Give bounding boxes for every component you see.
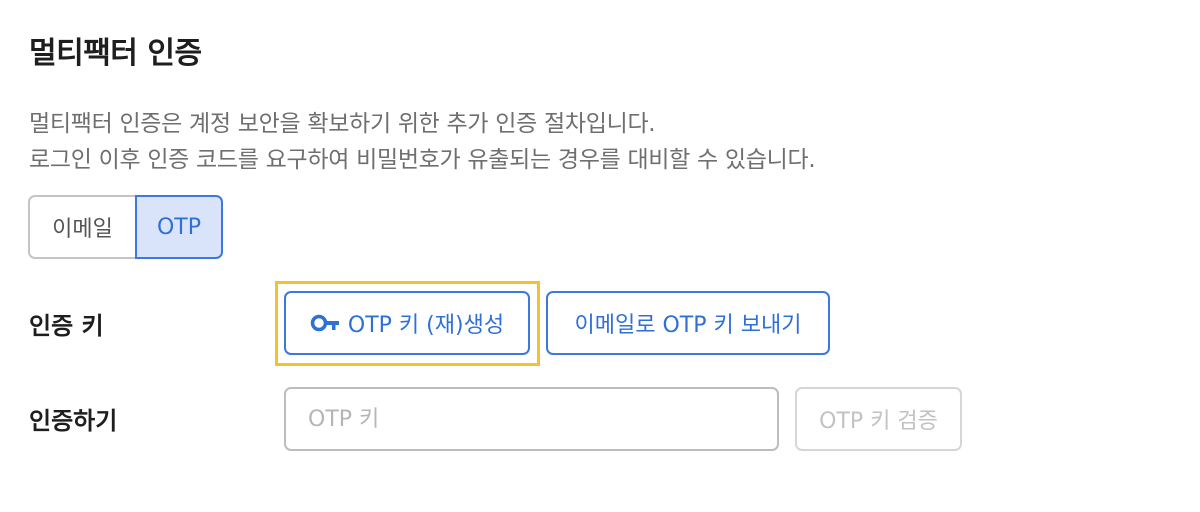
verify-label: 인증하기 <box>29 407 118 435</box>
verify-otp-key-label: OTP 키 검증 <box>819 409 938 434</box>
generate-otp-key-label: OTP 키 (재)생성 <box>347 313 505 338</box>
method-email-button[interactable]: 이메일 <box>28 195 135 259</box>
auth-key-label: 인증 키 <box>29 312 104 340</box>
otp-key-input[interactable] <box>284 387 779 451</box>
send-otp-email-label: 이메일로 OTP 키 보내기 <box>574 313 802 338</box>
description-line-1: 멀티팩터 인증은 계정 보안을 확보하기 위한 추가 인증 절차입니다. <box>29 111 656 137</box>
verify-otp-key-button[interactable]: OTP 키 검증 <box>795 387 962 451</box>
send-otp-email-button[interactable]: 이메일로 OTP 키 보내기 <box>546 291 830 355</box>
description-line-2: 로그인 이후 인증 코드를 요구하여 비밀번호가 유출되는 경우를 대비할 수 … <box>29 147 816 173</box>
method-otp-button[interactable]: OTP <box>135 195 223 259</box>
page-title: 멀티팩터 인증 <box>29 36 202 71</box>
method-toggle: 이메일 OTP <box>28 195 223 259</box>
page-description: 멀티팩터 인증은 계정 보안을 확보하기 위한 추가 인증 절차입니다. 로그인… <box>29 106 816 178</box>
key-icon <box>310 314 340 332</box>
generate-otp-key-button[interactable]: OTP 키 (재)생성 <box>284 291 530 355</box>
